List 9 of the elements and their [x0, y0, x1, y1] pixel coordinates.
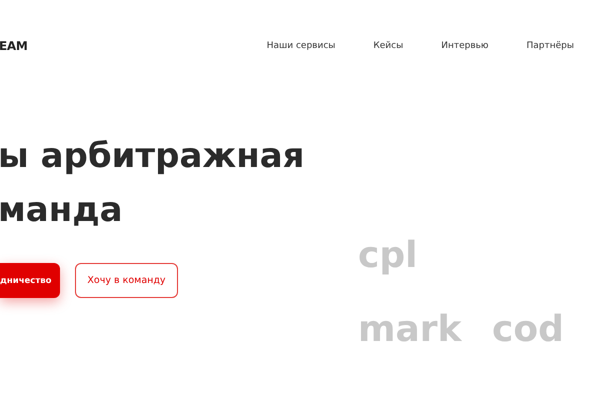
hero-heading-line: манда	[0, 189, 124, 232]
logo[interactable]: EAM	[0, 39, 28, 53]
nav-link[interactable]: Наши сервисы	[266, 41, 336, 51]
nav-link[interactable]: Интервью	[441, 41, 489, 51]
join-team-button[interactable]: Хочу в команду	[75, 263, 178, 298]
nav-link[interactable]: Кейсы	[373, 41, 404, 51]
nav-link[interactable]: Партнёры	[526, 41, 574, 51]
cooperation-button[interactable]: дничество	[0, 263, 60, 298]
hero-heading-line: ы арбитражная	[0, 135, 306, 178]
